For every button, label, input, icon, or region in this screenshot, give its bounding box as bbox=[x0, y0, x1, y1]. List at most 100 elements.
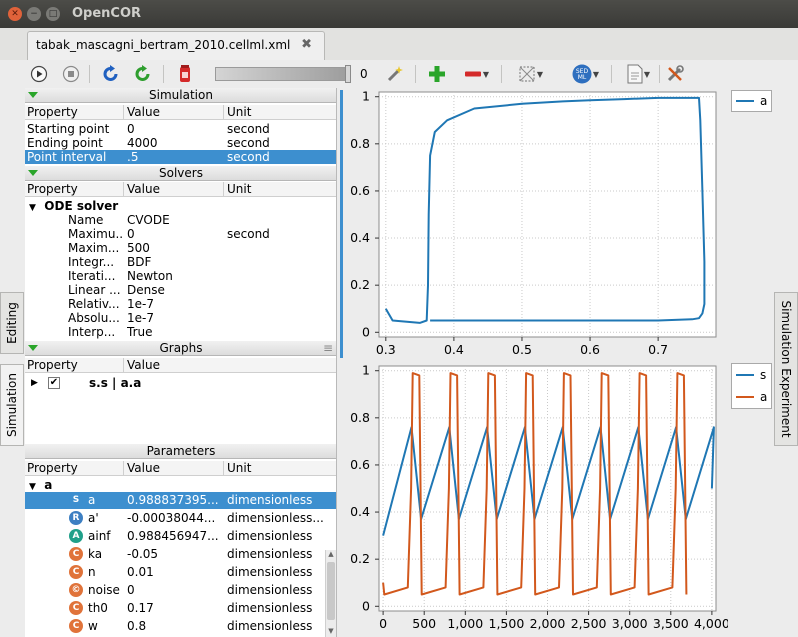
graphs-menu-icon[interactable]: ≡ bbox=[323, 341, 333, 356]
solvers-section-header[interactable]: Solvers bbox=[25, 166, 336, 181]
magic-wand-icon[interactable] bbox=[385, 64, 405, 84]
parameter-row[interactable]: n 0.01 dimensionless C bbox=[25, 564, 336, 581]
solver-row[interactable]: Absolu... 1e-7 bbox=[25, 311, 336, 325]
parameter-value: -0.05 bbox=[127, 547, 159, 561]
solver-row[interactable]: Integr... BDF bbox=[25, 255, 336, 269]
run-icon[interactable] bbox=[29, 64, 49, 84]
svg-text:ML: ML bbox=[578, 74, 587, 81]
property-name: Starting point bbox=[27, 122, 110, 136]
solver-row[interactable]: Maxim... 500 bbox=[25, 241, 336, 255]
parameter-row[interactable]: ka -0.05 dimensionless C bbox=[25, 546, 336, 563]
property-name: Maxim... bbox=[68, 241, 120, 255]
preferences-tools-icon[interactable] bbox=[665, 64, 685, 84]
window-title: OpenCOR bbox=[72, 6, 142, 21]
graphs-section-header[interactable]: Graphs ≡ bbox=[25, 341, 336, 356]
close-window-icon[interactable]: ✕ bbox=[8, 7, 22, 21]
parameter-row[interactable]: w 0.8 dimensionless C bbox=[25, 618, 336, 635]
legend-label-a: a bbox=[760, 94, 768, 108]
simulation-properties-panel: Simulation Property Value Unit Starting … bbox=[25, 88, 337, 637]
simulation-section-header[interactable]: Simulation bbox=[25, 88, 336, 103]
add-graph-panel-icon[interactable] bbox=[427, 64, 447, 84]
simulation-column-header: Property Value Unit bbox=[25, 105, 336, 120]
column-value: Value bbox=[123, 358, 336, 373]
sedml-export-icon[interactable]: SED ML ▼ bbox=[567, 64, 603, 84]
x-tick-label: 1,000 bbox=[447, 616, 483, 631]
simulation-row[interactable]: Starting point 0 second bbox=[25, 122, 336, 136]
legend-label-s: s bbox=[760, 368, 767, 382]
solver-row[interactable]: Interp... True bbox=[25, 325, 336, 339]
simulation-side-tab[interactable]: Simulation bbox=[0, 364, 24, 446]
cellml-file-export-icon[interactable]: ▼ bbox=[621, 64, 655, 84]
document-tab-label: tabak_mascagni_bertram_2010.cellml.xml bbox=[36, 38, 291, 52]
parameter-group-label: a bbox=[44, 478, 53, 492]
parameter-name: ainf bbox=[88, 529, 111, 543]
parameter-row[interactable]: ainf 0.988456947... dimensionless A bbox=[25, 528, 336, 545]
phase-plot-graph[interactable]: 0.3 0.4 0.5 0.6 0.7 0 0.2 0.4 0.6 0.8 1 bbox=[343, 88, 728, 362]
simulation-data-export-icon[interactable]: ▼ bbox=[513, 64, 547, 84]
legend-swatch-a bbox=[736, 396, 754, 398]
solver-row[interactable]: Maximu... 0 second bbox=[25, 227, 336, 241]
stop-icon[interactable] bbox=[61, 64, 81, 84]
y-tick-label: 0.8 bbox=[350, 136, 370, 151]
parameter-row[interactable]: a' -0.00038044... dimensionless... R bbox=[25, 510, 336, 527]
simulation-toolbar: 0 ▼ ▼ SED ML ▼ ▼ bbox=[27, 60, 772, 88]
solvers-column-header: Property Value Unit bbox=[25, 182, 336, 197]
delay-slider[interactable] bbox=[215, 67, 349, 81]
delay-slider-handle[interactable] bbox=[345, 65, 351, 83]
development-mode-icon[interactable] bbox=[175, 64, 195, 84]
editing-side-tab[interactable]: Editing bbox=[0, 292, 24, 354]
parameter-unit: dimensionless bbox=[227, 493, 313, 507]
graph-checkbox[interactable]: ✔ bbox=[48, 377, 60, 389]
parameter-row[interactable]: noise 0 dimensionless © bbox=[25, 582, 336, 599]
parameter-unit: dimensionless... bbox=[227, 511, 323, 525]
document-tab-bar: tabak_mascagni_bertram_2010.cellml.xml ✖ bbox=[0, 28, 798, 60]
graphs-column-header: Property Value bbox=[25, 358, 336, 373]
graph-row[interactable]: ▶ ✔ s.s | a.a bbox=[25, 376, 336, 390]
reset-parameters-icon[interactable] bbox=[101, 64, 121, 84]
parameter-row[interactable]: th0 0.17 dimensionless C bbox=[25, 600, 336, 617]
parameter-type-icon: R bbox=[69, 511, 83, 525]
time-course-graph[interactable]: 0 500 1,000 1,500 2,000 2,500 3,000 3,500 4,000 0… bbox=[343, 362, 728, 637]
simulation-section-title: Simulation bbox=[149, 88, 213, 102]
simulation-experiment-side-tab[interactable]: Simulation Experiment bbox=[774, 292, 798, 446]
y-tick-label: 0 bbox=[362, 324, 370, 339]
maximize-window-icon[interactable]: □ bbox=[46, 7, 60, 21]
property-value: True bbox=[127, 325, 153, 339]
parameters-section-title: Parameters bbox=[146, 444, 216, 458]
simulation-row[interactable]: Point interval .5 second bbox=[25, 150, 336, 164]
remove-graph-panel-icon[interactable]: ▼ bbox=[459, 64, 493, 84]
property-unit: second bbox=[227, 122, 270, 136]
property-value: CVODE bbox=[127, 213, 170, 227]
y-tick-label: 0.6 bbox=[350, 183, 370, 198]
close-tab-icon[interactable]: ✖ bbox=[301, 37, 312, 52]
column-property: Property bbox=[27, 105, 78, 119]
column-property: Property bbox=[27, 182, 78, 196]
clear-simulation-data-icon[interactable] bbox=[133, 64, 153, 84]
column-value: Value bbox=[123, 461, 223, 476]
parameter-unit: dimensionless bbox=[227, 583, 313, 597]
parameter-value: 0.01 bbox=[127, 565, 154, 579]
simulation-row[interactable]: Ending point 4000 second bbox=[25, 136, 336, 150]
solver-row[interactable]: Name CVODE bbox=[25, 213, 336, 227]
property-value: 4000 bbox=[127, 136, 158, 150]
document-tab[interactable]: tabak_mascagni_bertram_2010.cellml.xml ✖ bbox=[27, 31, 325, 60]
minimize-window-icon[interactable]: − bbox=[27, 7, 41, 21]
parameter-type-icon: C bbox=[69, 547, 83, 561]
y-tick-label: 0.2 bbox=[350, 551, 370, 566]
parameter-name: w bbox=[88, 619, 98, 633]
solver-row[interactable]: Linear ... Dense bbox=[25, 283, 336, 297]
property-value: Dense bbox=[127, 283, 165, 297]
expand-arrow-icon[interactable]: ▶ bbox=[31, 376, 38, 390]
x-tick-label: 0.3 bbox=[376, 342, 396, 357]
y-tick-label: 0.4 bbox=[350, 230, 370, 245]
x-tick-label: 2,500 bbox=[571, 616, 607, 631]
y-tick-label: 1 bbox=[362, 89, 370, 104]
simulation-experiment-side-tab-label: Simulation Experiment bbox=[779, 300, 793, 438]
parameters-section-header[interactable]: Parameters bbox=[25, 444, 336, 459]
parameter-name: noise bbox=[88, 583, 120, 597]
solver-row[interactable]: Iterati... Newton bbox=[25, 269, 336, 283]
parameter-row[interactable]: a 0.988837395... dimensionless S bbox=[25, 492, 336, 509]
parameters-scrollbar[interactable]: ▲ ▼ bbox=[325, 550, 336, 637]
graphs-section-title: Graphs bbox=[159, 341, 203, 355]
solver-row[interactable]: Relativ... 1e-7 bbox=[25, 297, 336, 311]
